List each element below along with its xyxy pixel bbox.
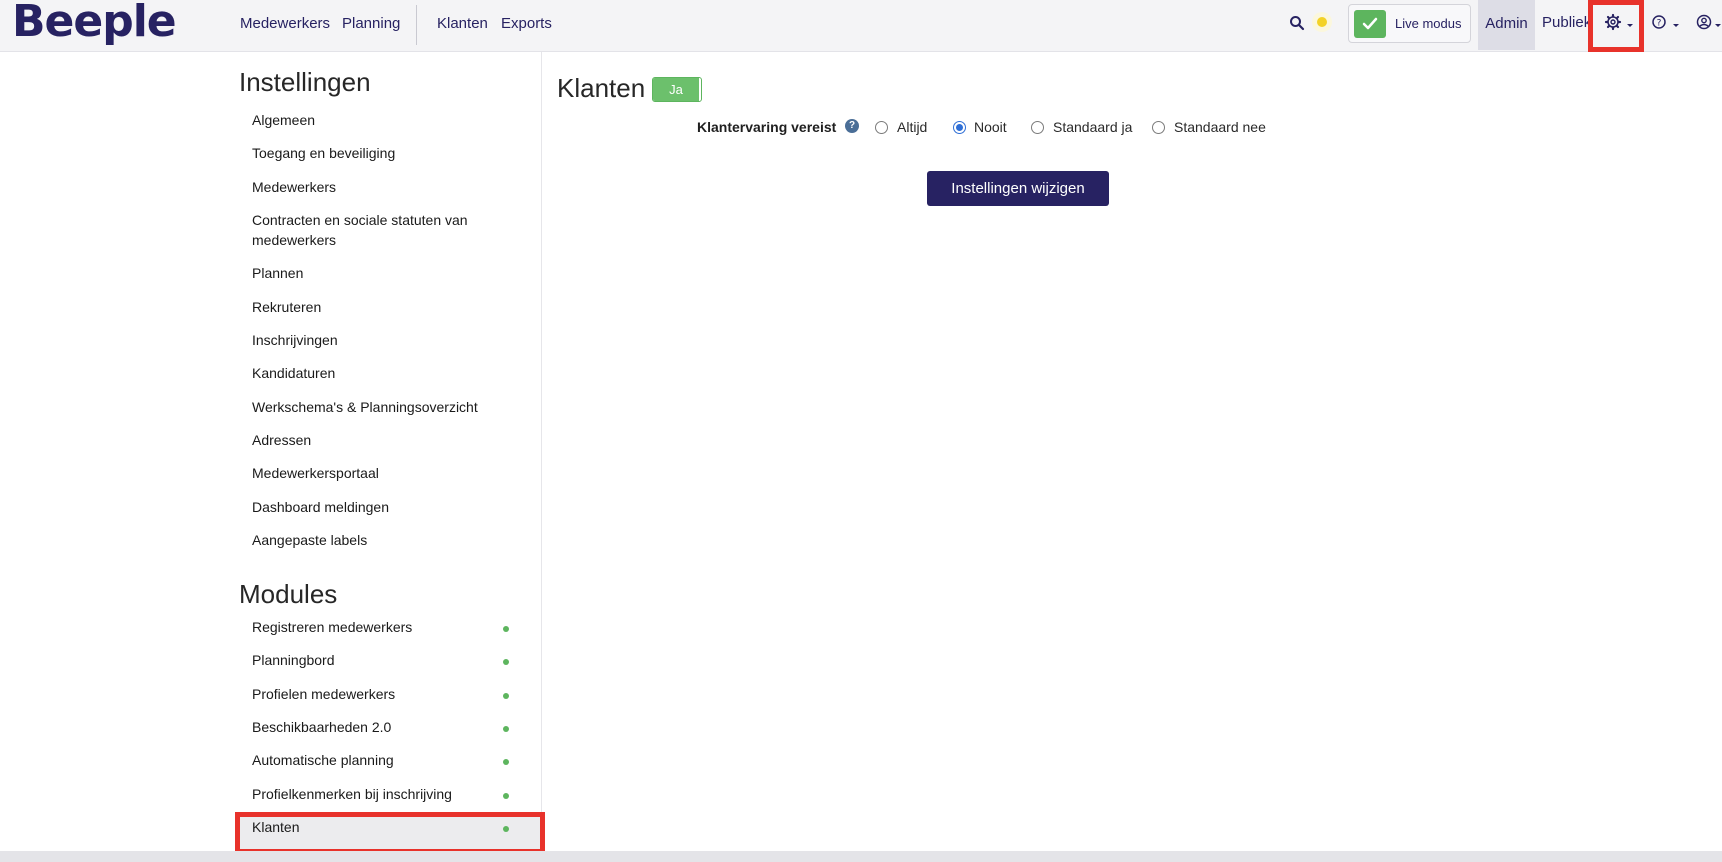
sidebar-item-dashboard-meldingen[interactable]: Dashboard meldingen (252, 497, 532, 517)
module-item-planningbord[interactable]: Planningbord (252, 650, 532, 670)
help-icon[interactable]: ? (845, 119, 859, 133)
module-status-dot (503, 793, 509, 799)
user-menu-button[interactable] (1694, 12, 1722, 36)
radio-standaard-nee[interactable] (1152, 121, 1165, 134)
radio-standaard-ja[interactable] (1031, 121, 1044, 134)
radio-altijd[interactable] (875, 121, 888, 134)
sidebar-item-contracten[interactable]: Contracten en sociale statuten van medew… (252, 210, 482, 250)
live-mode-label: Live modus (1395, 16, 1462, 31)
sidebar-item-aangepaste-labels[interactable]: Aangepaste labels (252, 530, 532, 550)
theme-indicator-icon[interactable] (1312, 12, 1332, 32)
modules-heading: Modules (239, 579, 338, 609)
sidebar-item-adressen[interactable]: Adressen (252, 430, 532, 450)
help-menu-button[interactable]: ? (1650, 12, 1684, 36)
sidebar-item-rekruteren[interactable]: Rekruteren (252, 297, 532, 317)
sidebar-item-medewerkers[interactable]: Medewerkers (252, 177, 532, 197)
check-icon (1354, 10, 1386, 38)
sidebar-item-medewerkersportaal[interactable]: Medewerkersportaal (252, 463, 532, 483)
sidebar-item-werkschemas[interactable]: Werkschema's & Planningsoverzicht (252, 397, 532, 417)
nav-link-exports[interactable]: Exports (501, 14, 552, 34)
nav-link-planning[interactable]: Planning (342, 14, 400, 34)
svg-text:?: ? (1657, 19, 1662, 29)
module-item-beschikbaarheden[interactable]: Beschikbaarheden 2.0 (252, 717, 532, 737)
radio-label-altijd[interactable]: Altijd (897, 118, 927, 136)
user-account-icon (1696, 14, 1721, 30)
module-status-dot (503, 659, 509, 665)
sidebar-item-inschrijvingen[interactable]: Inschrijvingen (252, 330, 532, 350)
search-icon[interactable] (1289, 15, 1305, 31)
nav-link-medewerkers[interactable]: Medewerkers (240, 14, 330, 34)
top-navigation-bar: Beeple Medewerkers Planning Klanten Expo… (0, 0, 1722, 52)
sidebar-item-toegang[interactable]: Toegang en beveiliging (252, 143, 532, 163)
public-link[interactable]: Publiek (1542, 14, 1591, 31)
module-item-automatische-planning[interactable]: Automatische planning (252, 750, 532, 770)
page-title: Klanten (557, 73, 646, 103)
module-status-dot (503, 693, 509, 699)
settings-heading: Instellingen (239, 67, 371, 97)
help-icon: ? (1652, 15, 1679, 29)
highlight-box-klanten (235, 812, 545, 854)
module-enabled-toggle[interactable]: Ja (652, 77, 702, 102)
radio-label-standaard-ja[interactable]: Standaard ja (1053, 118, 1132, 136)
sidebar-item-kandidaturen[interactable]: Kandidaturen (252, 363, 532, 383)
module-status-dot (503, 759, 509, 765)
admin-button[interactable]: Admin (1478, 0, 1535, 50)
toggle-on-label: Ja (653, 78, 699, 101)
sidebar-item-plannen[interactable]: Plannen (252, 263, 532, 283)
live-mode-toggle[interactable]: Live modus (1348, 4, 1471, 43)
sidebar-item-algemeen[interactable]: Algemeen (252, 110, 532, 130)
module-item-registreren-medewerkers[interactable]: Registreren medewerkers (252, 617, 532, 637)
radio-label-standaard-nee[interactable]: Standaard nee (1174, 118, 1266, 136)
nav-link-klanten[interactable]: Klanten (437, 14, 488, 34)
radio-label-nooit[interactable]: Nooit (974, 118, 1007, 136)
horizontal-scrollbar[interactable] (0, 851, 1722, 862)
module-status-dot (503, 626, 509, 632)
save-settings-button[interactable]: Instellingen wijzigen (927, 171, 1109, 206)
highlight-box-settings (1588, 0, 1644, 52)
nav-divider (416, 5, 417, 45)
module-status-dot (503, 726, 509, 732)
settings-sidebar: Instellingen Algemeen Toegang en beveili… (215, 52, 545, 854)
beeple-logo[interactable]: Beeple (12, 0, 177, 46)
klantervaring-label: Klantervaring vereist (697, 119, 837, 135)
radio-nooit[interactable] (953, 121, 966, 134)
module-item-profielkenmerken[interactable]: Profielkenmerken bij inschrijving (252, 784, 532, 804)
module-item-profielen-medewerkers[interactable]: Profielen medewerkers (252, 684, 532, 704)
